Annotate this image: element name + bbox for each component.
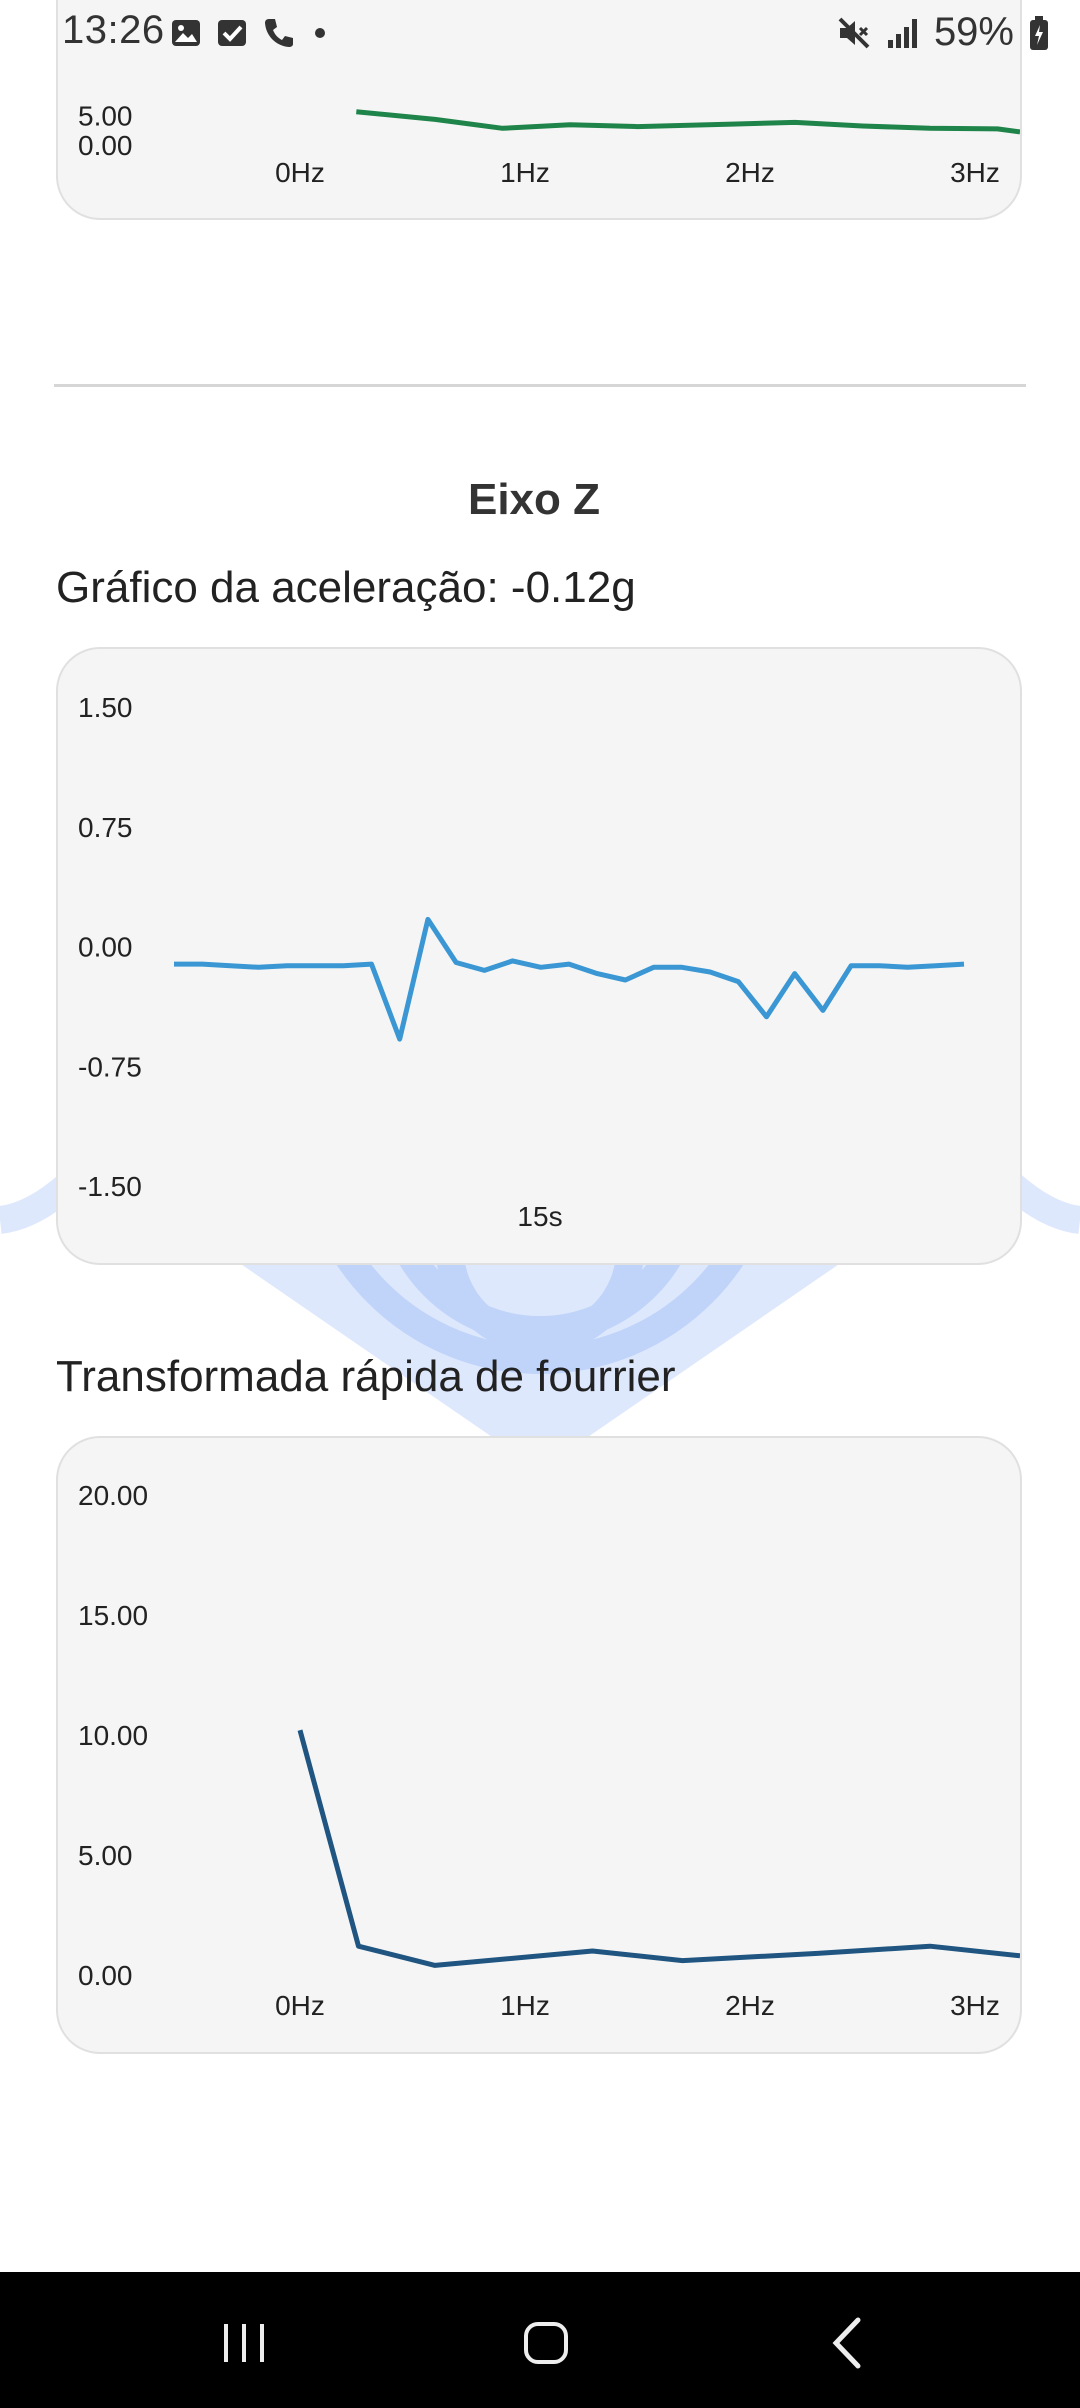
fft-chart-x-tick: 0Hz xyxy=(275,1990,325,2021)
accel-chart: 1.50 0.75 0.00 -0.75 -1.50 15s xyxy=(78,692,965,1232)
mute-icon xyxy=(838,17,870,48)
check-square-icon xyxy=(218,20,246,46)
accel-chart-y-tick: 1.50 xyxy=(78,692,133,723)
fft-chart-y-tick: 10.00 xyxy=(78,1720,148,1751)
accel-chart-y-tick: -1.50 xyxy=(78,1171,142,1202)
fft-chart-series-line xyxy=(297,1729,1020,1968)
fft-chart-y-tick: 5.00 xyxy=(78,1840,133,1871)
signal-icon xyxy=(887,18,917,48)
top-chart-x-tick: 3Hz xyxy=(950,157,1000,188)
fft-chart: 20.00 15.00 10.00 5.00 0.00 0Hz 1Hz 2Hz 3Hz xyxy=(78,1480,1020,2021)
fft-chart-x-tick: 2Hz xyxy=(725,1990,775,2021)
top-chart-x-tick: 2Hz xyxy=(725,157,775,188)
top-chart-y-tick: 5.00 xyxy=(78,100,133,131)
accel-chart-card: 1.50 0.75 0.00 -0.75 -1.50 15s xyxy=(56,647,1022,1265)
fft-chart-label: Transformada rápida de fourrier xyxy=(56,1352,676,1401)
back-icon[interactable] xyxy=(808,2302,888,2382)
fft-chart-x-tick: 1Hz xyxy=(500,1990,550,2021)
accel-chart-label: Gráfico da aceleração: -0.12g xyxy=(56,563,636,612)
section-divider xyxy=(54,384,1026,387)
top-chart-y-tick: 0.00 xyxy=(78,130,133,161)
accel-chart-y-tick: -0.75 xyxy=(78,1051,142,1082)
notification-icons xyxy=(170,16,330,50)
home-icon[interactable] xyxy=(506,2302,586,2382)
top-chart-series-line xyxy=(356,109,1020,135)
system-status-icons: 59% xyxy=(836,10,1050,55)
accel-chart-y-tick: 0.75 xyxy=(78,812,133,843)
phone-icon xyxy=(265,19,293,47)
fft-chart-y-tick: 15.00 xyxy=(78,1600,148,1631)
status-bar: 13:26 59% xyxy=(0,0,1080,70)
top-chart-x-tick: 0Hz xyxy=(275,157,325,188)
battery-percent: 59% xyxy=(933,10,1014,54)
dot-icon xyxy=(315,28,325,38)
recent-apps-icon[interactable] xyxy=(204,2302,284,2382)
accel-chart-y-tick: 0.00 xyxy=(78,932,133,963)
top-chart-x-tick: 1Hz xyxy=(500,157,550,188)
fft-chart-card: 20.00 15.00 10.00 5.00 0.00 0Hz 1Hz 2Hz 3Hz xyxy=(56,1436,1022,2054)
fft-chart-y-tick: 0.00 xyxy=(78,1960,133,1991)
status-time: 13:26 xyxy=(62,8,165,52)
accel-chart-x-tick: 15s xyxy=(517,1201,562,1232)
fft-chart-x-tick: 3Hz xyxy=(950,1990,1000,2021)
app-screen: 13:26 59% 5.00 0.00 0Hz 1Hz 2Hz 3Hz Eixo… xyxy=(0,0,1080,2408)
fft-chart-y-tick: 20.00 xyxy=(78,1480,148,1511)
image-icon xyxy=(172,20,200,46)
section-title: Eixo Z xyxy=(467,475,601,524)
accel-chart-series-line xyxy=(174,916,965,1042)
navigation-bar xyxy=(0,2272,1080,2408)
battery-icon xyxy=(1030,15,1048,50)
